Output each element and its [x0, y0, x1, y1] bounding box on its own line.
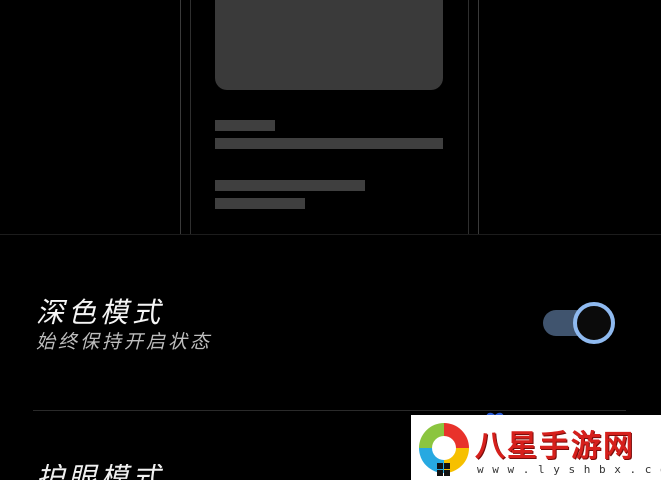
dark-mode-setting-row[interactable]: 深色模式 始终保持开启状态 [0, 235, 661, 410]
setting-title: 深色模式 [36, 296, 165, 329]
preview-text-placeholder [215, 138, 443, 149]
dark-mode-toggle[interactable] [541, 302, 617, 344]
theme-preview [0, 0, 661, 235]
watermark: 八星手游网 w w w . l y s h b x . c o m [411, 415, 661, 480]
next-setting-title[interactable]: 护眼模式 [36, 464, 164, 480]
next-setting-label: 护眼模式 [36, 464, 164, 480]
toggle-knob [573, 302, 615, 344]
setting-subtitle: 始终保持开启状态 [36, 331, 213, 353]
preview-text-placeholder [215, 198, 305, 209]
preview-text-placeholder [215, 180, 365, 191]
colorful-logo-icon [419, 423, 469, 476]
preview-text-placeholder [215, 120, 275, 131]
watermark-title: 八星手游网 [475, 429, 635, 464]
preview-image-placeholder [215, 0, 443, 90]
watermark-url: w w w . l y s h b x . c o m [477, 463, 661, 476]
divider [33, 410, 626, 411]
